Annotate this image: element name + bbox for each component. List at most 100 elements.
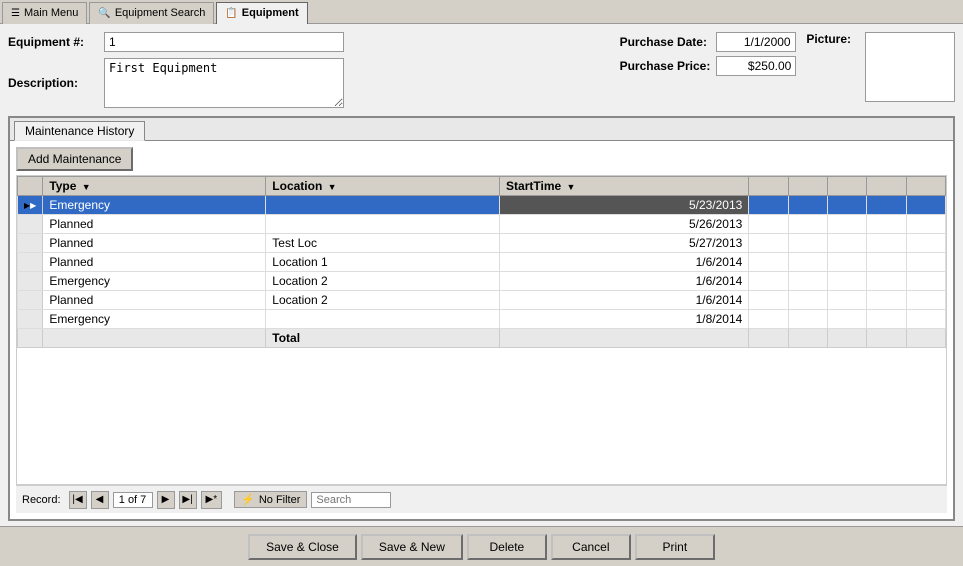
cell-empty — [906, 291, 945, 310]
cell-start-time: 1/6/2014 — [500, 253, 749, 272]
cell-empty — [906, 196, 945, 215]
footer-col7 — [867, 329, 906, 348]
tab-main-menu[interactable]: ☰ Main Menu — [2, 2, 87, 24]
add-maintenance-button[interactable]: Add Maintenance — [16, 147, 133, 171]
tab-panel-header: Maintenance History — [10, 118, 953, 140]
footer-col8 — [906, 329, 945, 348]
footer-col5 — [788, 329, 827, 348]
delete-button[interactable]: Delete — [467, 534, 547, 560]
table-row[interactable]: ▶Emergency5/23/2013 — [18, 196, 946, 215]
tab-main-menu-label: Main Menu — [24, 7, 78, 19]
cell-start-time: 5/23/2013 — [500, 196, 749, 215]
record-nav: Record: |◀ ◀ ▶ ▶| ▶* ⚡ No Filter — [16, 485, 947, 513]
footer-col6 — [827, 329, 866, 348]
col-extra3 — [827, 177, 866, 196]
cell-empty — [906, 253, 945, 272]
picture-section: Picture: — [806, 32, 955, 108]
footer-col4 — [749, 329, 788, 348]
table-row[interactable]: EmergencyLocation 21/6/2014 — [18, 272, 946, 291]
table-row[interactable]: PlannedLocation 11/6/2014 — [18, 253, 946, 272]
footer-total-label — [43, 329, 266, 348]
cell-type: Emergency — [43, 196, 266, 215]
footer-col3 — [500, 329, 749, 348]
purchase-date-input[interactable] — [716, 32, 796, 52]
cell-start-time: 5/26/2013 — [500, 215, 749, 234]
maintenance-table-wrapper[interactable]: Type ▼ Location ▼ StartTime ▼ — [16, 175, 947, 485]
cell-empty — [749, 272, 788, 291]
cell-empty — [867, 215, 906, 234]
purchase-date-label: Purchase Date: — [620, 35, 710, 49]
cell-empty — [867, 196, 906, 215]
footer-total-value: Total — [266, 329, 500, 348]
col-type-header[interactable]: Type ▼ — [43, 177, 266, 196]
col-indicator — [18, 177, 43, 196]
nav-new-button[interactable]: ▶* — [201, 491, 223, 509]
cell-empty — [906, 234, 945, 253]
maintenance-history-tab[interactable]: Maintenance History — [14, 121, 145, 141]
cell-location — [266, 196, 500, 215]
tab-bar: ☰ Main Menu 🔍 Equipment Search 📋 Equipme… — [0, 0, 963, 24]
table-header: Type ▼ Location ▼ StartTime ▼ — [18, 177, 946, 196]
main-menu-icon: ☰ — [11, 8, 20, 19]
cell-empty — [906, 310, 945, 329]
cell-location — [266, 310, 500, 329]
nav-last-button[interactable]: ▶| — [179, 491, 197, 509]
purchase-price-input[interactable] — [716, 56, 796, 76]
table-row[interactable]: PlannedLocation 21/6/2014 — [18, 291, 946, 310]
description-input[interactable]: First Equipment — [104, 58, 344, 108]
cell-empty — [906, 272, 945, 291]
cell-start-time: 5/27/2013 — [500, 234, 749, 253]
table-row[interactable]: PlannedTest Loc5/27/2013 — [18, 234, 946, 253]
search-icon: 🔍 — [98, 8, 110, 19]
purchase-price-group: Purchase Price: — [620, 56, 797, 76]
tab-equipment-search[interactable]: 🔍 Equipment Search — [89, 2, 214, 24]
cell-empty — [749, 196, 788, 215]
cell-location: Location 2 — [266, 272, 500, 291]
cell-empty — [867, 310, 906, 329]
equipment-icon: 📋 — [225, 8, 237, 19]
tab-panel-body: Add Maintenance Type ▼ Location — [10, 140, 953, 519]
col-starttime-header[interactable]: StartTime ▼ — [500, 177, 749, 196]
cell-empty — [867, 272, 906, 291]
picture-label: Picture: — [806, 32, 851, 46]
save-close-button[interactable]: Save & Close — [248, 534, 357, 560]
table-row[interactable]: Planned5/26/2013 — [18, 215, 946, 234]
record-display[interactable] — [113, 492, 153, 508]
col-extra2 — [788, 177, 827, 196]
cell-location — [266, 215, 500, 234]
cell-empty — [788, 272, 827, 291]
cell-empty — [749, 310, 788, 329]
purchase-date-group: Purchase Date: — [620, 32, 797, 52]
save-new-button[interactable]: Save & New — [361, 534, 463, 560]
description-label: Description: — [8, 76, 98, 90]
tab-equipment[interactable]: 📋 Equipment — [216, 2, 307, 24]
form-left: Equipment #: Description: First Equipmen… — [8, 32, 610, 108]
equipment-number-input[interactable] — [104, 32, 344, 52]
row-indicator — [18, 291, 43, 310]
cell-empty — [788, 291, 827, 310]
row-indicator — [18, 234, 43, 253]
nav-next-button[interactable]: ▶ — [157, 491, 175, 509]
starttime-sort-icon: ▼ — [567, 182, 576, 192]
cancel-button[interactable]: Cancel — [551, 534, 631, 560]
col-location-header[interactable]: Location ▼ — [266, 177, 500, 196]
maintenance-tab-panel: Maintenance History Add Maintenance Type… — [8, 116, 955, 521]
cell-type: Planned — [43, 253, 266, 272]
nav-prev-button[interactable]: ◀ — [91, 491, 109, 509]
cell-empty — [827, 272, 866, 291]
cell-empty — [827, 253, 866, 272]
col-extra4 — [867, 177, 906, 196]
col-extra1 — [749, 177, 788, 196]
purchase-price-label: Purchase Price: — [620, 59, 711, 73]
nav-first-button[interactable]: |◀ — [69, 491, 87, 509]
main-content: Equipment #: Description: First Equipmen… — [0, 24, 963, 526]
cell-location: Location 2 — [266, 291, 500, 310]
no-filter-button[interactable]: ⚡ No Filter — [234, 491, 307, 508]
table-row[interactable]: Emergency1/8/2014 — [18, 310, 946, 329]
cell-type: Emergency — [43, 310, 266, 329]
cell-empty — [749, 253, 788, 272]
print-button[interactable]: Print — [635, 534, 715, 560]
tab-equipment-label: Equipment — [242, 7, 299, 19]
search-input[interactable] — [311, 492, 391, 508]
cell-empty — [827, 310, 866, 329]
